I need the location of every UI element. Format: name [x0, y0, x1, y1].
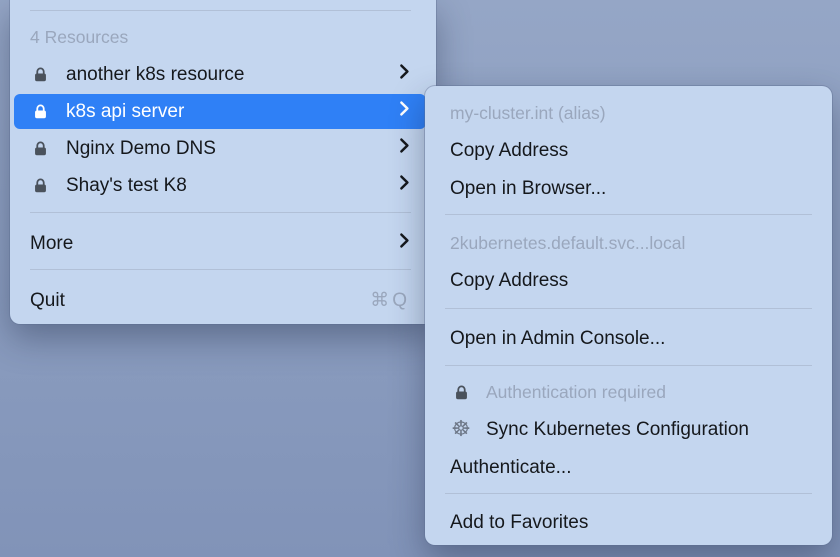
- lock-icon: [30, 103, 50, 120]
- lock-icon: [30, 66, 50, 83]
- menu-item-label: Nginx Demo DNS: [66, 138, 216, 160]
- menu-item-label: Shay's test K8: [66, 175, 187, 197]
- menu-item-more[interactable]: More: [10, 225, 436, 262]
- menu-item-shays-test-k8[interactable]: Shay's test K8: [10, 167, 436, 204]
- chevron-right-icon: [399, 100, 410, 123]
- menu-item-open-in-admin-console[interactable]: Open in Admin Console...: [425, 320, 832, 358]
- menu-item-label: Authenticate...: [450, 457, 571, 479]
- menu-item-label: Quit: [30, 290, 65, 312]
- alias-header-label: my-cluster.int (alias): [450, 103, 606, 124]
- resources-section-header: 4 Resources: [10, 19, 436, 56]
- alias-header: my-cluster.int (alias): [425, 94, 832, 132]
- address-header-label: 2kubernetes.default.svc...local: [450, 233, 685, 254]
- menu-item-another-k8s-resource[interactable]: another k8s resource: [10, 56, 436, 93]
- menu-item-label: Add to Favorites: [450, 512, 588, 534]
- menu-item-label: Copy Address: [450, 140, 568, 162]
- menu-item-sync-kubernetes-configuration[interactable]: ☸ Sync Kubernetes Configuration: [425, 411, 832, 449]
- authentication-required-label: Authentication required: [486, 382, 666, 403]
- menu-item-copy-address[interactable]: Copy Address: [425, 262, 832, 300]
- menu-separator: [30, 10, 411, 11]
- menu-item-quit[interactable]: Quit ⌘Q: [10, 282, 436, 319]
- address-header: 2kubernetes.default.svc...local: [425, 224, 832, 262]
- resource-submenu: my-cluster.int (alias) Copy Address Open…: [425, 86, 832, 545]
- chevron-right-icon: [399, 137, 410, 160]
- resources-count-label: 4 Resources: [30, 27, 128, 48]
- menu-item-label: Copy Address: [450, 270, 568, 292]
- menu-separator: [30, 269, 411, 270]
- kubernetes-icon: ☸: [450, 419, 472, 441]
- menu-item-authenticate[interactable]: Authenticate...: [425, 449, 832, 487]
- menu-separator: [445, 308, 812, 309]
- menu-item-copy-address-alias[interactable]: Copy Address: [425, 132, 832, 170]
- menu-item-label: Sync Kubernetes Configuration: [486, 419, 749, 441]
- menu-separator: [445, 493, 812, 494]
- chevron-right-icon: [399, 174, 410, 197]
- menu-item-label: Open in Browser...: [450, 178, 606, 200]
- menu-item-label: More: [30, 233, 73, 255]
- menu-item-label: Open in Admin Console...: [450, 328, 665, 350]
- menu-separator: [30, 212, 411, 213]
- menu-item-k8s-api-server[interactable]: k8s api server: [14, 94, 426, 129]
- menu-item-open-in-browser[interactable]: Open in Browser...: [425, 170, 832, 208]
- chevron-right-icon: [399, 63, 410, 86]
- chevron-right-icon: [399, 232, 410, 255]
- main-menu: 4 Resources another k8s resource k8s api…: [10, 0, 436, 324]
- quit-keyboard-shortcut: ⌘Q: [370, 289, 410, 312]
- menu-item-label: another k8s resource: [66, 64, 245, 86]
- menu-separator: [445, 214, 812, 215]
- lock-icon: [450, 384, 472, 401]
- lock-icon: [30, 177, 50, 194]
- lock-icon: [30, 140, 50, 157]
- authentication-required-status: Authentication required: [425, 373, 832, 411]
- menu-item-nginx-demo-dns[interactable]: Nginx Demo DNS: [10, 130, 436, 167]
- menu-item-label: k8s api server: [66, 101, 184, 123]
- menu-separator: [445, 365, 812, 366]
- menu-item-add-to-favorites[interactable]: Add to Favorites: [425, 504, 832, 542]
